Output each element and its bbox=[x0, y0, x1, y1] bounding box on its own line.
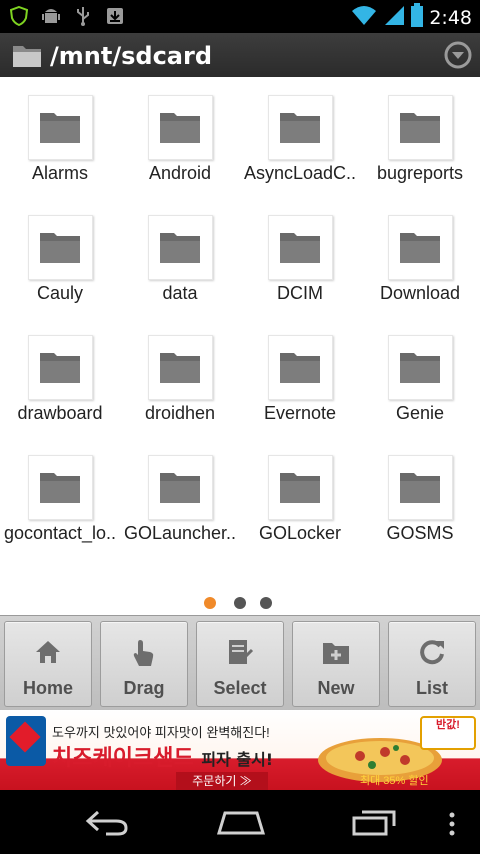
folder-icon bbox=[268, 335, 333, 400]
navigation-bar bbox=[0, 790, 480, 854]
folder-grid: Alarms Android AsyncLoadC.. bugreports C… bbox=[0, 77, 480, 585]
page-indicator bbox=[204, 597, 276, 609]
android-debug-icon bbox=[40, 5, 62, 27]
folder-name: AsyncLoadC.. bbox=[243, 163, 357, 183]
folder-name: droidhen bbox=[144, 403, 216, 423]
home-button-label: Home bbox=[22, 678, 73, 698]
ad-headline: 치즈케이크샌드 피자 출시! bbox=[52, 740, 273, 772]
folder-name: Alarms bbox=[31, 163, 88, 183]
folder-name: GOSMS bbox=[386, 523, 454, 543]
folder-item[interactable]: Android bbox=[120, 77, 240, 197]
chevron-down-circle-icon[interactable] bbox=[444, 41, 472, 69]
drag-button-label: Drag bbox=[123, 678, 165, 698]
download-icon bbox=[104, 5, 126, 27]
folder-item[interactable]: Download bbox=[360, 197, 480, 317]
folder-icon bbox=[268, 95, 333, 160]
home-icon bbox=[36, 641, 60, 663]
home-nav-icon[interactable] bbox=[216, 810, 266, 836]
folder-name: drawboard bbox=[17, 403, 103, 423]
folder-item[interactable]: GOSMS bbox=[360, 437, 480, 557]
bottom-toolbar: Home Drag Select New List bbox=[0, 615, 480, 711]
page-dot-3[interactable] bbox=[260, 597, 272, 609]
recent-apps-icon[interactable] bbox=[352, 808, 398, 836]
status-bar: 2:48 bbox=[0, 0, 480, 33]
folder-icon bbox=[148, 215, 213, 280]
folder-icon bbox=[28, 215, 93, 280]
list-button[interactable]: List bbox=[388, 621, 476, 707]
shield-icon bbox=[8, 5, 30, 27]
folder-name: data bbox=[162, 283, 198, 303]
folder-name: Android bbox=[148, 163, 212, 183]
page-dot-1[interactable] bbox=[204, 597, 216, 609]
back-icon[interactable] bbox=[84, 808, 130, 836]
folder-name: Genie bbox=[395, 403, 445, 423]
folder-item[interactable]: GOLauncher.. bbox=[120, 437, 240, 557]
folder-icon bbox=[388, 215, 453, 280]
signal-icon bbox=[383, 4, 405, 31]
folder-icon bbox=[388, 95, 453, 160]
folder-item[interactable]: data bbox=[120, 197, 240, 317]
folder-icon bbox=[148, 335, 213, 400]
folder-icon bbox=[388, 335, 453, 400]
folder-name: GOLocker bbox=[258, 523, 342, 543]
folder-name: GOLauncher.. bbox=[123, 523, 237, 543]
folder-item[interactable]: gocontact_lo.. bbox=[0, 437, 120, 557]
folder-name: Evernote bbox=[263, 403, 337, 423]
folder-icon bbox=[268, 455, 333, 520]
folder-icon bbox=[268, 215, 333, 280]
brand-logo bbox=[6, 716, 46, 766]
new-button-label: New bbox=[317, 678, 355, 698]
status-time: 2:48 bbox=[429, 6, 472, 29]
folder-item[interactable]: Genie bbox=[360, 317, 480, 437]
folder-item[interactable]: Alarms bbox=[0, 77, 120, 197]
drag-button[interactable]: Drag bbox=[100, 621, 188, 707]
hand-pointer-icon bbox=[133, 640, 154, 666]
folder-item[interactable]: GOLocker bbox=[240, 437, 360, 557]
folder-item[interactable]: AsyncLoadC.. bbox=[240, 77, 360, 197]
folder-name: Cauly bbox=[36, 283, 84, 303]
ad-order-button[interactable]: 주문하기 ≫ bbox=[176, 772, 268, 790]
folder-name: DCIM bbox=[277, 283, 323, 303]
folder-item[interactable]: Cauly bbox=[0, 197, 120, 317]
new-button[interactable]: New bbox=[292, 621, 380, 707]
new-folder-icon bbox=[323, 643, 349, 664]
title-bar: /mnt/sdcard bbox=[0, 33, 480, 77]
folder-item[interactable]: drawboard bbox=[0, 317, 120, 437]
home-button[interactable]: Home bbox=[4, 621, 92, 707]
folder-icon bbox=[28, 335, 93, 400]
folder-item[interactable]: Evernote bbox=[240, 317, 360, 437]
page-dot-2[interactable] bbox=[234, 597, 246, 609]
folder-name: Download bbox=[379, 283, 461, 303]
ad-tagline: 도우까지 맛있어야 피자맛이 완벽해진다! bbox=[52, 725, 270, 740]
folder-item[interactable]: bugreports bbox=[360, 77, 480, 197]
ad-banner[interactable]: 도우까지 맛있어야 피자맛이 완벽해진다! 치즈케이크샌드 피자 출시! 주문하… bbox=[0, 710, 480, 790]
folder-name: bugreports bbox=[376, 163, 464, 183]
refresh-icon bbox=[420, 640, 444, 665]
ad-headline-main: 치즈케이크샌드 bbox=[52, 746, 194, 771]
select-button[interactable]: Select bbox=[196, 621, 284, 707]
folder-icon bbox=[28, 455, 93, 520]
wifi-icon bbox=[351, 4, 377, 31]
ad-headline-sub: 피자 출시! bbox=[201, 750, 274, 769]
folder-name: gocontact_lo.. bbox=[3, 523, 117, 543]
ad-sale-text: 최대 35% 할인 bbox=[360, 775, 429, 787]
folder-icon bbox=[12, 42, 42, 68]
ad-badge: 반값! bbox=[420, 716, 476, 750]
folder-icon bbox=[148, 455, 213, 520]
current-path: /mnt/sdcard bbox=[50, 42, 212, 70]
checklist-icon bbox=[229, 640, 254, 665]
folder-icon bbox=[388, 455, 453, 520]
folder-item[interactable]: droidhen bbox=[120, 317, 240, 437]
folder-item[interactable]: DCIM bbox=[240, 197, 360, 317]
folder-icon bbox=[148, 95, 213, 160]
overflow-menu-icon[interactable] bbox=[448, 812, 456, 836]
battery-icon bbox=[411, 3, 424, 32]
select-button-label: Select bbox=[213, 678, 267, 698]
usb-icon bbox=[72, 5, 94, 27]
folder-icon bbox=[28, 95, 93, 160]
list-button-label: List bbox=[415, 678, 448, 698]
